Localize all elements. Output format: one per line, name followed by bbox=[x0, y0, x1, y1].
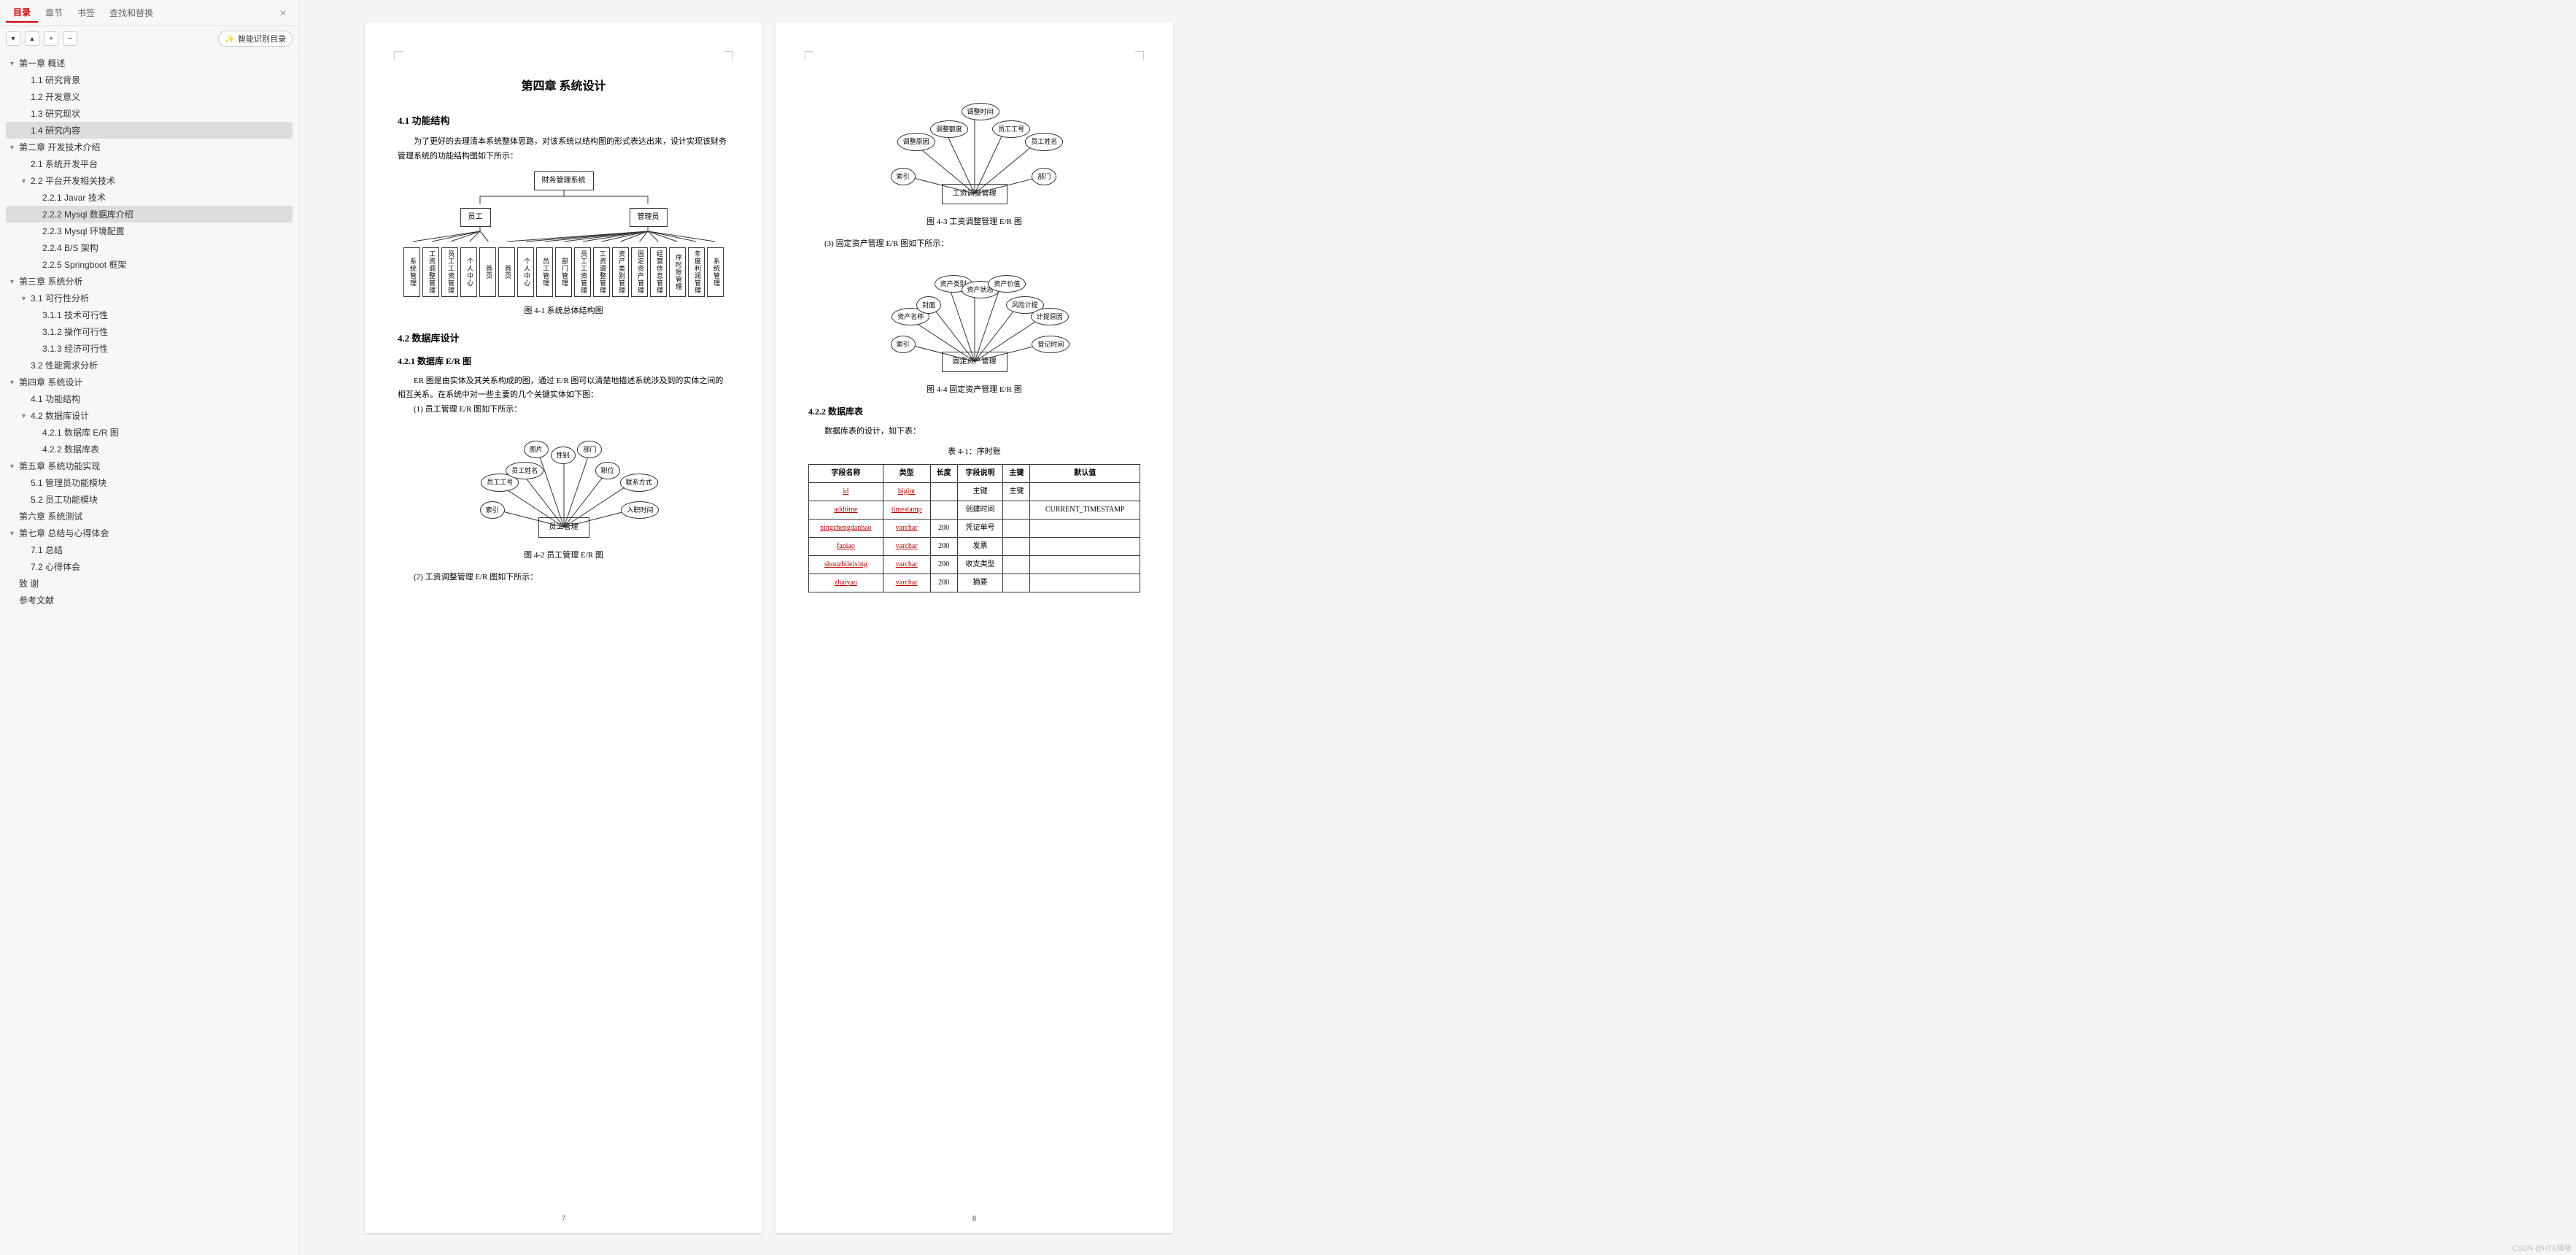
toc-item[interactable]: 2.2.3 Mysql 环境配置 bbox=[6, 223, 293, 239]
toc-item[interactable]: 2.2.5 Springboot 框架 bbox=[6, 256, 293, 273]
expand-down-icon[interactable]: ▾ bbox=[6, 31, 20, 46]
section-422: 4.2.2 数据库表 bbox=[808, 404, 1140, 420]
toc-item[interactable]: 5.1 管理员功能模块 bbox=[6, 474, 293, 491]
toc-item[interactable]: 7.1 总结 bbox=[6, 541, 293, 558]
toc-item[interactable]: ▼第四章 系统设计 bbox=[6, 374, 293, 390]
caption-4-3: 图 4-3 工资调整管理 E/R 图 bbox=[808, 215, 1140, 230]
toc-item[interactable]: 第六章 系统测试 bbox=[6, 508, 293, 525]
toc-item[interactable]: 1.3 研究现状 bbox=[6, 105, 293, 122]
sparkle-icon: ✨ bbox=[225, 34, 235, 44]
section-421: 4.2.1 数据库 E/R 图 bbox=[398, 354, 730, 370]
toc-item[interactable]: 2.1 系统开发平台 bbox=[6, 155, 293, 172]
toc-item[interactable]: 4.1 功能结构 bbox=[6, 390, 293, 407]
section-41: 4.1 功能结构 bbox=[398, 112, 730, 129]
caption-4-4: 图 4-4 固定资产管理 E/R 图 bbox=[808, 383, 1140, 398]
toc-item[interactable]: ▼4.2 数据库设计 bbox=[6, 407, 293, 424]
toc-item[interactable]: 1.4 研究内容 bbox=[6, 122, 293, 139]
tab-findreplace[interactable]: 查找和替换 bbox=[102, 4, 160, 22]
collapse-up-icon[interactable]: ▴ bbox=[25, 31, 39, 46]
para-44: 数据库表的设计，如下表： bbox=[808, 425, 1140, 439]
toc-item[interactable]: ▼第一章 概述 bbox=[6, 55, 293, 72]
toc-item[interactable]: 3.1.2 操作可行性 bbox=[6, 323, 293, 340]
toc-item[interactable]: 5.2 员工功能模块 bbox=[6, 491, 293, 508]
add-icon[interactable]: + bbox=[44, 31, 58, 46]
para-42b: (2) 工资调整管理 E/R 图如下所示： bbox=[398, 571, 730, 585]
toc-tree: ▼第一章 概述1.1 研究背景1.2 开发意义1.3 研究现状1.4 研究内容▼… bbox=[0, 52, 298, 1255]
toc-item[interactable]: ▼第三章 系统分析 bbox=[6, 273, 293, 290]
para-42a: (1) 员工管理 E/R 图如下所示： bbox=[398, 403, 730, 417]
toc-item[interactable]: 4.2.1 数据库 E/R 图 bbox=[6, 424, 293, 441]
toc-item[interactable]: 3.1.3 经济可行性 bbox=[6, 340, 293, 357]
remove-icon[interactable]: − bbox=[63, 31, 77, 46]
toc-item[interactable]: 7.2 心得体会 bbox=[6, 558, 293, 575]
toc-item[interactable]: 2.2.2 Mysql 数据库介绍 bbox=[6, 206, 293, 223]
para-43: (3) 固定资产管理 E/R 图如下所示： bbox=[808, 237, 1140, 252]
toc-item[interactable]: 1.1 研究背景 bbox=[6, 72, 293, 88]
caption-4-1: 图 4-1 系统总体结构图 bbox=[398, 304, 730, 319]
section-42: 4.2 数据库设计 bbox=[398, 330, 730, 347]
tab-bookmark[interactable]: 书签 bbox=[70, 4, 102, 22]
toc-item[interactable]: ▼第七章 总结与心得体会 bbox=[6, 525, 293, 541]
toc-item[interactable]: 3.1.1 技术可行性 bbox=[6, 306, 293, 323]
toc-item[interactable]: 参考文献 bbox=[6, 592, 293, 609]
figure-4-1: 财务管理系统 员工 管理员 系统管理工资调整管理员工工资管理个人中心首页首页个人… bbox=[398, 171, 730, 297]
toc-item[interactable]: 致 谢 bbox=[6, 575, 293, 592]
figure-4-3: 索引调整原因调整额度调整时间员工工号员工姓名部门工资调整管理 bbox=[851, 88, 1099, 204]
tab-chapter[interactable]: 章节 bbox=[38, 4, 70, 22]
smart-toc-button[interactable]: ✨ 智能识别目录 bbox=[218, 31, 293, 47]
toc-toolbar: ▾ ▴ + − ✨ 智能识别目录 bbox=[0, 26, 298, 52]
toc-item[interactable]: ▼第二章 开发技术介绍 bbox=[6, 139, 293, 155]
sidebar: 目录 章节 书签 查找和替换 ✕ ▾ ▴ + − ✨ 智能识别目录 ▼第一章 概… bbox=[0, 0, 299, 1255]
toc-item[interactable]: ▼第五章 系统功能实现 bbox=[6, 457, 293, 474]
sidebar-tabs: 目录 章节 书签 查找和替换 ✕ bbox=[0, 0, 298, 26]
para-41: 为了更好的去理清本系统整体思路，对该系统以结构图的形式表达出来，设计实现该财务管… bbox=[398, 135, 730, 164]
toc-item[interactable]: 2.2.4 B/S 架构 bbox=[6, 239, 293, 256]
tab-toc[interactable]: 目录 bbox=[6, 3, 38, 23]
page-7: 第四章 系统设计 4.1 功能结构 为了更好的去理清本系统整体思路，对该系统以结… bbox=[365, 22, 762, 1233]
para-42: ER 图是由实体及其关系构成的图，通过 E/R 图可以清楚地描述系统涉及到的实体… bbox=[398, 374, 730, 403]
toc-item[interactable]: 2.2.1 Javar 技术 bbox=[6, 189, 293, 206]
caption-4-2: 图 4-2 员工管理 E/R 图 bbox=[398, 549, 730, 563]
table-4-1: 字段名称类型长度字段说明主键默认值idbigint主键主键addtimetime… bbox=[808, 464, 1140, 592]
toc-item[interactable]: ▼2.2 平台开发相关技术 bbox=[6, 172, 293, 189]
figure-4-4: 索引资产名称封面资产类别资产状态资产价值风险计提计提原因登记时间固定资产管理 bbox=[851, 263, 1099, 372]
toc-item[interactable]: ▼3.1 可行性分析 bbox=[6, 290, 293, 306]
figure-4-2: 索引员工工号员工姓名图片性别部门职位联系方式入职时间员工管理 bbox=[440, 428, 688, 538]
toc-item[interactable]: 3.2 性能需求分析 bbox=[6, 357, 293, 374]
toc-item[interactable]: 1.2 开发意义 bbox=[6, 88, 293, 105]
page-8: 索引调整原因调整额度调整时间员工工号员工姓名部门工资调整管理 图 4-3 工资调… bbox=[775, 22, 1173, 1233]
document-area[interactable]: 第四章 系统设计 4.1 功能结构 为了更好的去理清本系统整体思路，对该系统以结… bbox=[299, 0, 2576, 1255]
watermark: CSDN @HTE模极 bbox=[2513, 1242, 2572, 1253]
close-icon[interactable]: ✕ bbox=[274, 8, 293, 18]
toc-item[interactable]: 4.2.2 数据库表 bbox=[6, 441, 293, 457]
table-caption-4-1: 表 4-1：序时账 bbox=[808, 445, 1140, 460]
chapter-title: 第四章 系统设计 bbox=[398, 77, 730, 98]
